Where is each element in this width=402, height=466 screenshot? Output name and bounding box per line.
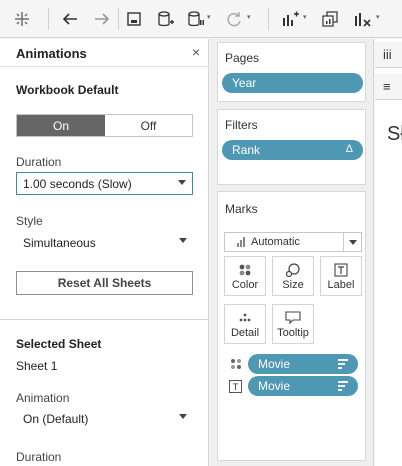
label-button[interactable]: Label — [320, 256, 362, 296]
detail-button[interactable]: Detail — [224, 304, 266, 344]
filters-shelf[interactable]: Filters Rank Δ — [217, 109, 366, 185]
workbook-default-title: Workbook Default — [16, 83, 119, 97]
pause-datasource-icon[interactable] — [186, 9, 206, 29]
toggle-on-button[interactable]: On — [17, 115, 105, 136]
new-datasource-icon[interactable] — [156, 9, 176, 29]
section-divider — [0, 319, 209, 320]
chevron-down-icon[interactable]: ▾ — [247, 13, 251, 21]
duration-label: Duration — [16, 155, 62, 169]
mark-type-value: Automatic — [251, 236, 300, 248]
columns-shelf-icon[interactable]: iii — [375, 42, 402, 68]
chevron-down-icon — [348, 239, 357, 245]
style-value: Simultaneous — [23, 235, 96, 250]
marks-card: Marks Automatic Color Size Label Detail … — [217, 191, 366, 461]
sort-icon — [338, 359, 348, 371]
sheet-name: Sheet 1 — [16, 359, 58, 373]
chevron-down-icon[interactable]: ▾ — [207, 13, 211, 21]
movie-color-pill[interactable]: Movie — [248, 354, 358, 374]
pages-shelf[interactable]: Pages Year — [217, 42, 366, 102]
chevron-down-icon — [179, 238, 187, 243]
rank-pill[interactable]: Rank Δ — [222, 140, 363, 160]
label-T-icon: T — [229, 380, 242, 393]
style-select[interactable]: Simultaneous — [16, 231, 193, 254]
tooltip-button[interactable]: Tooltip — [272, 304, 314, 344]
refresh-icon[interactable] — [224, 9, 244, 29]
clear-sheet-icon[interactable] — [352, 9, 372, 29]
reset-all-sheets-button[interactable]: Reset All Sheets — [16, 271, 193, 295]
detail-icon — [225, 311, 265, 325]
pill-label: Year — [232, 76, 257, 90]
forward-arrow-icon[interactable] — [92, 9, 112, 29]
back-arrow-icon[interactable] — [60, 9, 80, 29]
close-icon[interactable]: × — [192, 44, 200, 60]
save-icon[interactable] — [124, 9, 144, 29]
duration-value: 1.00 seconds (Slow) — [23, 176, 132, 191]
marks-title: Marks — [225, 202, 258, 216]
detail-label: Detail — [230, 327, 260, 339]
duration-select[interactable]: 1.00 seconds (Slow) — [16, 172, 193, 195]
rows-shelf-icon[interactable]: ≡ — [375, 74, 402, 100]
label-icon — [321, 263, 361, 277]
panel-title: Animations — [16, 46, 87, 61]
size-icon — [273, 263, 313, 277]
movie-label-pill[interactable]: Movie — [248, 376, 358, 396]
pages-title: Pages — [225, 51, 260, 65]
sheet-title: Sł — [387, 123, 402, 145]
toolbar-divider — [118, 8, 119, 30]
style-label: Style — [16, 214, 43, 228]
mark-type-select[interactable]: Automatic — [224, 232, 362, 252]
bar-chart-icon — [237, 237, 245, 247]
chevron-down-icon — [179, 414, 187, 419]
animation-value: On (Default) — [23, 411, 89, 426]
tooltip-label: Tooltip — [277, 327, 309, 339]
sheet-area: iii ≡ Sł — [375, 39, 402, 466]
animation-label: Animation — [16, 391, 70, 405]
selected-sheet-title: Selected Sheet — [16, 337, 102, 351]
size-label: Size — [282, 279, 304, 291]
pill-label: Movie — [258, 357, 291, 371]
animation-toggle[interactable]: On Off — [16, 114, 193, 137]
size-button[interactable]: Size — [272, 256, 314, 296]
duplicate-sheet-icon[interactable] — [320, 9, 340, 29]
sheet-duration-label: Duration — [16, 450, 62, 464]
tableau-logo-icon[interactable] — [12, 9, 32, 29]
pill-label: Movie — [258, 379, 291, 393]
color-button[interactable]: Color — [224, 256, 266, 296]
animation-select[interactable]: On (Default) — [16, 407, 193, 430]
toolbar-divider — [48, 8, 49, 30]
label-label: Label — [327, 279, 355, 291]
color-label: Color — [231, 279, 259, 291]
toolbar: ▾ ▾ ▾ ▾ — [0, 0, 402, 38]
new-worksheet-icon[interactable] — [280, 9, 300, 29]
toolbar-divider — [268, 8, 269, 30]
year-pill[interactable]: Year — [222, 73, 363, 93]
chevron-down-icon[interactable]: ▾ — [303, 13, 307, 21]
shelves-column: Pages Year Filters Rank Δ Marks Automati… — [210, 39, 374, 466]
animations-panel: Animations × Workbook Default On Off Dur… — [0, 39, 209, 466]
toggle-off-button[interactable]: Off — [105, 115, 192, 136]
delta-icon: Δ — [345, 143, 353, 155]
animations-panel-header: Animations × — [0, 39, 209, 67]
color-dots-icon — [230, 358, 242, 373]
chevron-down-icon[interactable]: ▾ — [376, 13, 380, 21]
mark-type-dropdown[interactable] — [343, 233, 361, 251]
tooltip-icon — [273, 311, 313, 325]
color-dots-icon — [225, 263, 265, 277]
pill-label: Rank — [232, 143, 261, 157]
chevron-down-icon — [178, 180, 186, 185]
filters-title: Filters — [225, 118, 258, 132]
sort-icon — [338, 381, 348, 393]
